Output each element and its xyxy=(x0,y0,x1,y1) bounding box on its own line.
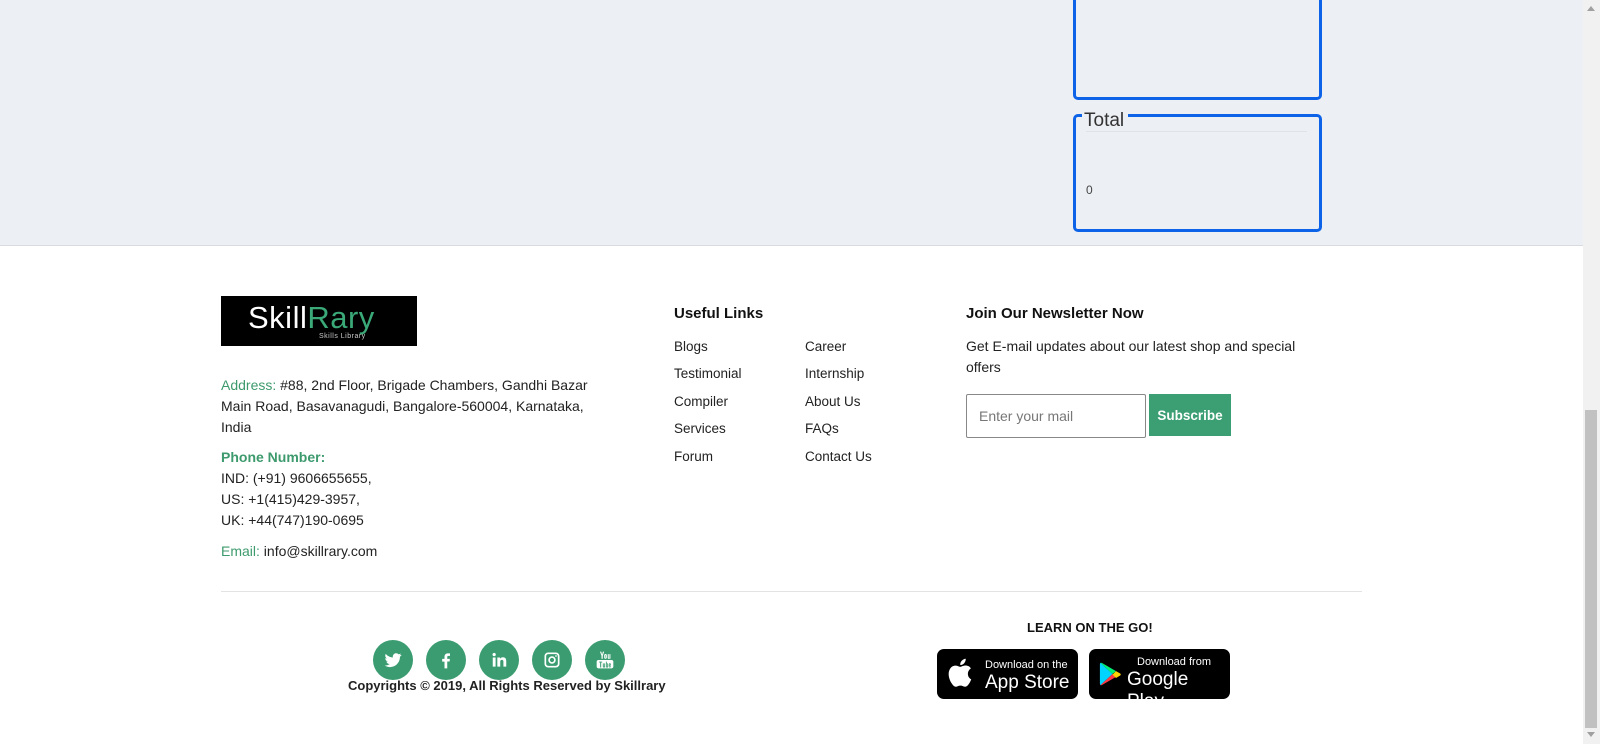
skillrary-logo[interactable]: SkillRary Skills Library xyxy=(221,296,417,346)
logo-tagline: Skills Library xyxy=(319,333,366,340)
footer: SkillRary Skills Library Address: #88, 2… xyxy=(0,247,1583,744)
google-play-icon xyxy=(1099,662,1121,686)
total-value: 0 xyxy=(1086,183,1093,197)
learn-on-the-go-title: LEARN ON THE GO! xyxy=(1027,620,1153,635)
address-text: #88, 2nd Floor, Brigade Chambers, Gandhi… xyxy=(221,377,588,435)
facebook-icon[interactable] xyxy=(426,640,466,680)
scroll-down-arrow-icon[interactable] xyxy=(1587,732,1595,737)
total-divider xyxy=(1086,131,1307,132)
copyright-text: Copyrights © 2019, All Rights Reserved b… xyxy=(348,678,666,693)
scroll-up-arrow-icon[interactable] xyxy=(1587,6,1595,11)
link-faqs[interactable]: FAQs xyxy=(805,421,839,436)
app-store-badge[interactable]: Download on the App Store xyxy=(937,649,1078,699)
newsletter-text: Get E-mail updates about our latest shop… xyxy=(966,338,1296,375)
google-play-badge[interactable]: Download from Google Play xyxy=(1089,649,1230,712)
link-about-us[interactable]: About Us xyxy=(805,394,861,409)
youtube-icon[interactable] xyxy=(585,640,625,680)
address-block: Address: #88, 2nd Floor, Brigade Chamber… xyxy=(221,375,591,438)
link-career[interactable]: Career xyxy=(805,339,846,354)
email-block: Email: info@skillrary.com xyxy=(221,541,591,562)
link-blogs[interactable]: Blogs xyxy=(674,339,708,354)
app-store-big-text: App Store xyxy=(985,672,1070,693)
vertical-scrollbar[interactable] xyxy=(1583,0,1600,744)
link-internship[interactable]: Internship xyxy=(805,366,864,381)
link-forum[interactable]: Forum xyxy=(674,449,713,464)
link-testimonial[interactable]: Testimonial xyxy=(674,366,742,381)
useful-links-title: Useful Links xyxy=(674,305,764,322)
email-label: Email: xyxy=(221,543,260,559)
phone-india: IND: (+91) 9606655655, xyxy=(221,470,372,486)
total-panel: Total 0 xyxy=(1073,110,1322,232)
link-compiler[interactable]: Compiler xyxy=(674,394,728,409)
logo-wordmark: SkillRary xyxy=(248,300,375,335)
twitter-icon[interactable] xyxy=(373,640,413,680)
newsletter-email-input[interactable] xyxy=(966,394,1146,438)
link-services[interactable]: Services xyxy=(674,421,726,436)
google-play-small-text: Download from xyxy=(1137,656,1211,668)
phone-label: Phone Number: xyxy=(221,449,326,465)
address-label: Address: xyxy=(221,377,277,393)
phone-us: US: +1(415)429-3957, xyxy=(221,491,360,507)
content-area: Total 0 xyxy=(0,0,1583,246)
google-play-big-text: Google Play xyxy=(1127,669,1189,712)
app-store-small-text: Download on the xyxy=(985,659,1068,671)
email-link[interactable]: info@skillrary.com xyxy=(264,543,378,559)
cart-panel xyxy=(1073,0,1322,100)
phone-uk: UK: +44(747)190-0695 xyxy=(221,512,364,528)
newsletter-title: Join Our Newsletter Now xyxy=(966,305,1144,322)
link-contact-us[interactable]: Contact Us xyxy=(805,449,872,464)
total-title: Total xyxy=(1082,110,1129,132)
apple-icon xyxy=(948,658,972,687)
scrollbar-thumb[interactable] xyxy=(1585,410,1597,728)
footer-divider xyxy=(221,591,1362,592)
instagram-icon[interactable] xyxy=(532,640,572,680)
phone-block: Phone Number: IND: (+91) 9606655655, US:… xyxy=(221,447,591,531)
linkedin-icon[interactable] xyxy=(479,640,519,680)
subscribe-button[interactable]: Subscribe xyxy=(1149,394,1231,436)
